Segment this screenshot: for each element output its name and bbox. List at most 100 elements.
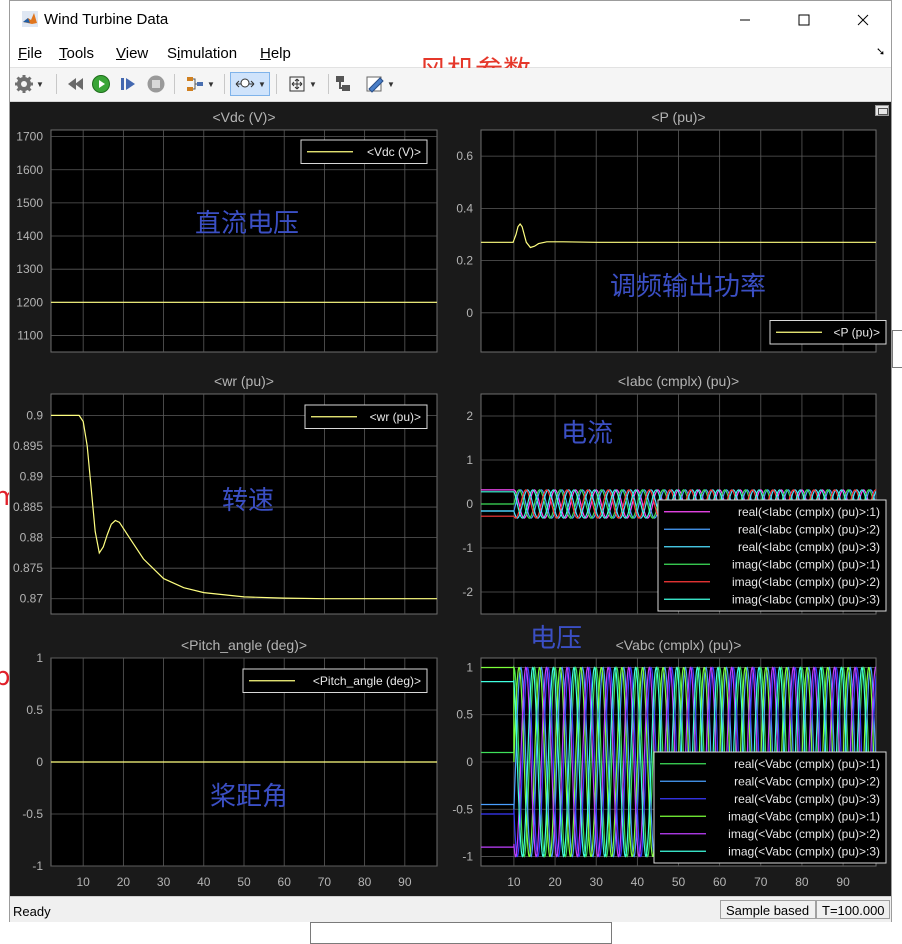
y-tick-label: -2	[462, 585, 473, 599]
style-icon[interactable]: ▼	[360, 72, 400, 96]
x-tick-label: 70	[754, 875, 768, 889]
toolbar-separator	[276, 74, 277, 94]
y-tick-label: 1400	[16, 229, 43, 243]
legend-label: real(<Iabc (cmplx) (pu)>:3)	[738, 540, 880, 554]
x-tick-label: 70	[318, 875, 332, 889]
y-tick-label: -1	[462, 850, 473, 864]
legend-label: real(<Iabc (cmplx) (pu)>:2)	[738, 522, 880, 536]
chart-annotation: 电压	[530, 624, 582, 654]
matlab-logo-icon	[22, 11, 38, 32]
y-tick-label: 0.87	[20, 592, 44, 606]
menu-tools[interactable]: Tools	[59, 45, 94, 62]
x-tick-label: 90	[836, 875, 850, 889]
y-tick-label: 0.875	[13, 561, 43, 575]
highlight-in-model-icon[interactable]	[332, 72, 354, 96]
chart-title: <P (pu)>	[651, 109, 705, 125]
y-tick-label: 1	[466, 453, 473, 467]
signal-selector-icon[interactable]: ▼	[180, 72, 220, 96]
x-tick-label: 30	[590, 875, 604, 889]
fit-to-view-icon[interactable]: ▼	[282, 72, 322, 96]
y-tick-label: 1600	[16, 163, 43, 177]
minimize-icon	[740, 19, 750, 21]
menu-simulation[interactable]: Simulation	[167, 45, 237, 62]
x-tick-label: 50	[237, 875, 251, 889]
menu-help[interactable]: Help	[260, 45, 291, 62]
chart-3: 0.87 0.875 0.88 0.885 0.89 0.895 0.9 <wr (pu)> <…	[13, 373, 438, 615]
status-bar: Ready Sample based T=100.000	[10, 896, 891, 922]
y-tick-label: 1	[36, 651, 43, 665]
y-tick-label: 0.89	[20, 470, 44, 484]
chart-title: <wr (pu)>	[214, 373, 274, 389]
run-icon[interactable]	[90, 72, 112, 96]
toolbar-separator	[328, 74, 329, 94]
x-tick-label: 80	[795, 875, 809, 889]
chart-title: <Iabc (cmplx) (pu)>	[618, 373, 739, 389]
undock-icon[interactable]	[875, 105, 889, 116]
x-tick-label: 60	[713, 875, 727, 889]
zoom-x-icon[interactable]: ▼	[230, 72, 270, 96]
status-sim-time: T=100.000	[816, 900, 890, 919]
chart-annotation: 调频输出功率	[610, 272, 766, 302]
y-tick-label: 0.9	[26, 408, 43, 422]
legend-label: <wr (pu)>	[370, 410, 421, 424]
chart-annotation: 转速	[222, 486, 274, 516]
y-tick-label: 1500	[16, 196, 43, 210]
legend-label: real(<Iabc (cmplx) (pu)>:1)	[738, 505, 880, 519]
y-tick-label: -1	[32, 859, 43, 873]
menu-view[interactable]: View	[116, 45, 148, 62]
y-tick-label: 0.6	[456, 149, 473, 163]
toolbar-separator	[224, 74, 225, 94]
legend: <P (pu)>	[769, 320, 887, 345]
chart-5: -1 -0.5 0 0.5 1 10 20 30 40 50 60 70 80 90 <Pitch_angl…	[22, 637, 438, 889]
x-tick-label: 20	[117, 875, 131, 889]
scope-plot-area: 1100 1200 1300 1400 1500 1600 1700 <Vdc (V)> <Vd…	[10, 102, 891, 896]
legend: real(<Vabc (cmplx) (pu)>:1) real(<Vabc (c…	[653, 751, 887, 864]
y-tick-label: 0.885	[13, 500, 43, 514]
chart-annotation: 电流	[561, 419, 613, 449]
y-tick-label: 1700	[16, 130, 43, 144]
legend: <Vdc (V)>	[300, 139, 428, 164]
step-back-icon[interactable]	[64, 72, 86, 96]
legend-label: imag(<Vabc (cmplx) (pu)>:1)	[728, 809, 880, 823]
legend-label: <Vdc (V)>	[367, 145, 421, 159]
title-bar: Wind Turbine Data	[10, 1, 891, 39]
maximize-button[interactable]	[781, 5, 827, 35]
y-tick-label: 1	[466, 660, 473, 674]
menu-overflow-icon[interactable]: ➘	[876, 45, 885, 58]
legend-label: imag(<Vabc (cmplx) (pu)>:2)	[728, 827, 880, 841]
gear-icon[interactable]: ▼	[14, 72, 44, 96]
y-tick-label: -1	[462, 541, 473, 555]
x-tick-label: 10	[76, 875, 90, 889]
y-tick-label: 0.88	[20, 531, 44, 545]
y-tick-label: 0.5	[26, 703, 43, 717]
legend-label: <P (pu)>	[834, 325, 880, 339]
menu-file[interactable]: File	[18, 45, 42, 62]
chart-title: <Pitch_angle (deg)>	[181, 637, 307, 653]
stop-icon[interactable]	[145, 72, 167, 96]
close-button[interactable]	[840, 5, 886, 35]
y-tick-label: 1100	[17, 328, 43, 342]
y-tick-label: 0.5	[456, 708, 473, 722]
x-tick-label: 50	[672, 875, 686, 889]
chart-annotation: 直流电压	[195, 209, 299, 239]
y-tick-label: 1200	[16, 295, 43, 309]
y-tick-label: 1300	[16, 262, 43, 276]
legend-label: imag(<Iabc (cmplx) (pu)>:3)	[732, 592, 880, 606]
y-tick-label: 0	[466, 755, 473, 769]
y-tick-label: 0.895	[13, 439, 43, 453]
legend-label: imag(<Vabc (cmplx) (pu)>:3)	[728, 844, 880, 858]
y-tick-label: 0	[36, 755, 43, 769]
legend-label: real(<Vabc (cmplx) (pu)>:2)	[734, 774, 880, 788]
x-tick-label: 80	[358, 875, 372, 889]
x-tick-label: 60	[278, 875, 292, 889]
x-tick-label: 20	[548, 875, 562, 889]
background-window-edge-right	[892, 330, 902, 368]
step-forward-icon[interactable]	[117, 72, 139, 96]
legend-label: imag(<Iabc (cmplx) (pu)>:1)	[732, 557, 880, 571]
x-tick-label: 30	[157, 875, 171, 889]
minimize-button[interactable]	[722, 5, 768, 35]
y-tick-label: -0.5	[22, 807, 43, 821]
scope-window: Wind Turbine Data File Tools View Simula…	[9, 0, 892, 922]
chart-title: <Vdc (V)>	[212, 109, 275, 125]
maximize-icon	[798, 14, 810, 26]
